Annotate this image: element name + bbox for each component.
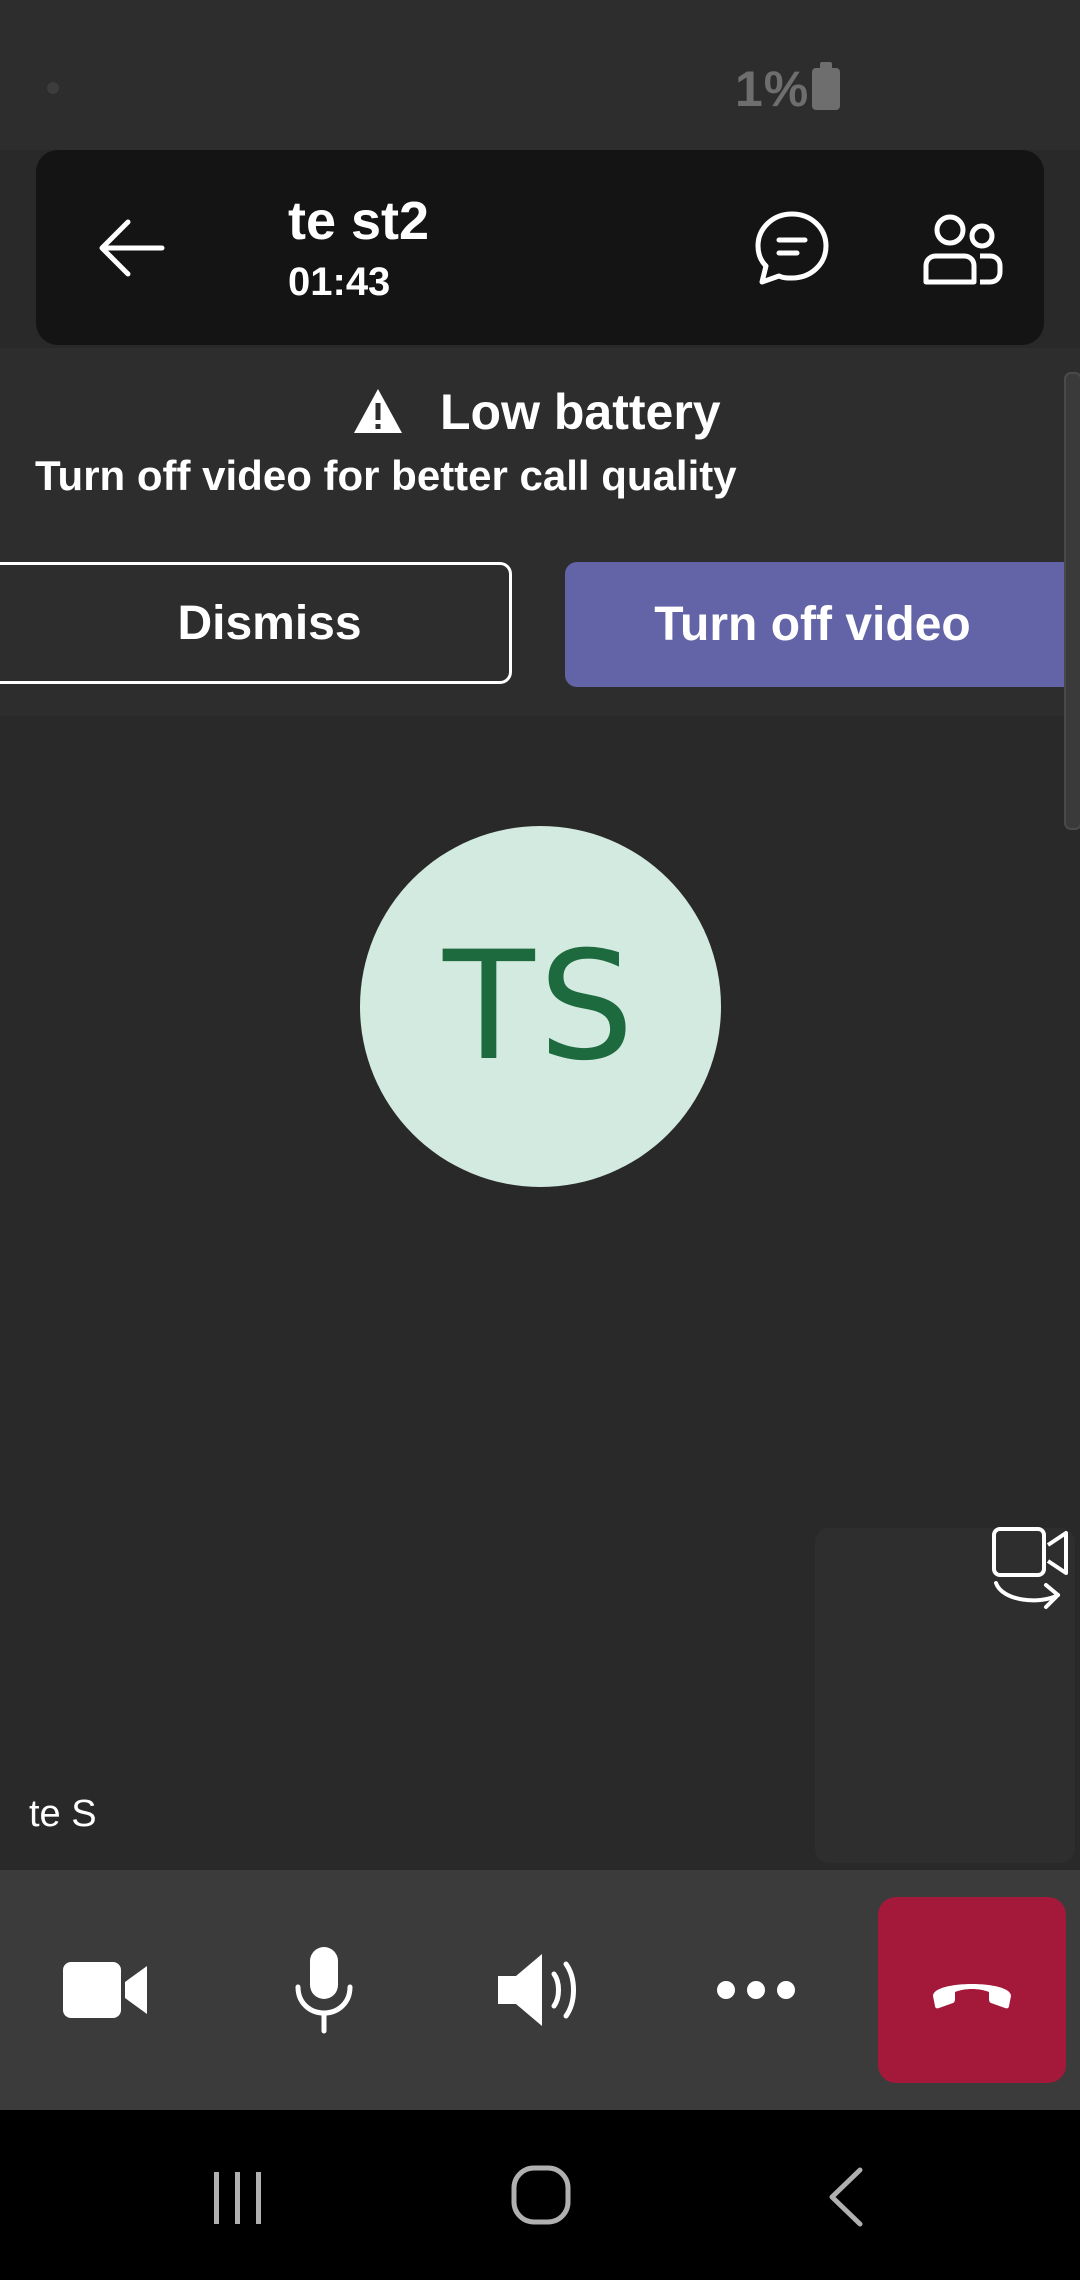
speaker-icon <box>498 1954 576 2026</box>
speaker-button[interactable] <box>490 1945 590 2035</box>
recent-apps-button[interactable] <box>208 2170 268 2226</box>
call-title: te st2 <box>288 191 430 251</box>
more-options-button[interactable] <box>706 1945 806 2035</box>
avatar: TS <box>360 826 721 1187</box>
banner-title: Low battery <box>440 384 721 440</box>
call-duration: 01:43 <box>288 260 391 304</box>
participant-name: te S <box>29 1793 97 1835</box>
more-icon <box>717 1981 795 1999</box>
banner-title-row: Low battery <box>352 382 721 442</box>
battery-icon <box>812 62 840 110</box>
nav-back-button[interactable] <box>820 2166 870 2228</box>
call-screen: 1% te st2 01:43 Low battery Turn off vid… <box>0 0 1080 2280</box>
back-icon <box>829 2167 863 2227</box>
battery-percent: 1% <box>735 61 810 117</box>
banner-subtitle: Turn off video for better call quality <box>35 452 737 499</box>
avatar-initials: TS <box>443 919 638 1094</box>
home-icon <box>511 2165 571 2225</box>
notification-dot-icon <box>47 82 59 94</box>
call-header <box>36 150 1044 345</box>
home-button[interactable] <box>510 2164 572 2226</box>
switch-camera-icon <box>992 1527 1068 1609</box>
turn-off-video-button[interactable]: Turn off video <box>565 562 1080 687</box>
video-camera-icon <box>63 1962 147 2018</box>
recent-apps-icon <box>214 2172 261 2224</box>
camera-toggle-button[interactable] <box>56 1945 156 2035</box>
chat-button[interactable] <box>752 208 832 288</box>
switch-camera-button[interactable] <box>990 1525 1080 1615</box>
participants-button[interactable] <box>920 208 1004 288</box>
end-call-button[interactable] <box>878 1897 1066 2083</box>
dismiss-button[interactable]: Dismiss <box>0 562 512 684</box>
warning-icon <box>354 389 402 433</box>
scrollbar[interactable] <box>1064 372 1080 830</box>
microphone-toggle-button[interactable] <box>274 1945 374 2035</box>
people-icon <box>923 214 1003 285</box>
status-bar: 1% <box>0 0 1080 150</box>
back-button[interactable] <box>92 208 172 288</box>
microphone-icon <box>295 1947 353 2034</box>
arrow-left-icon <box>99 219 165 277</box>
hang-up-icon <box>933 1984 1011 2009</box>
chat-icon <box>755 211 829 285</box>
